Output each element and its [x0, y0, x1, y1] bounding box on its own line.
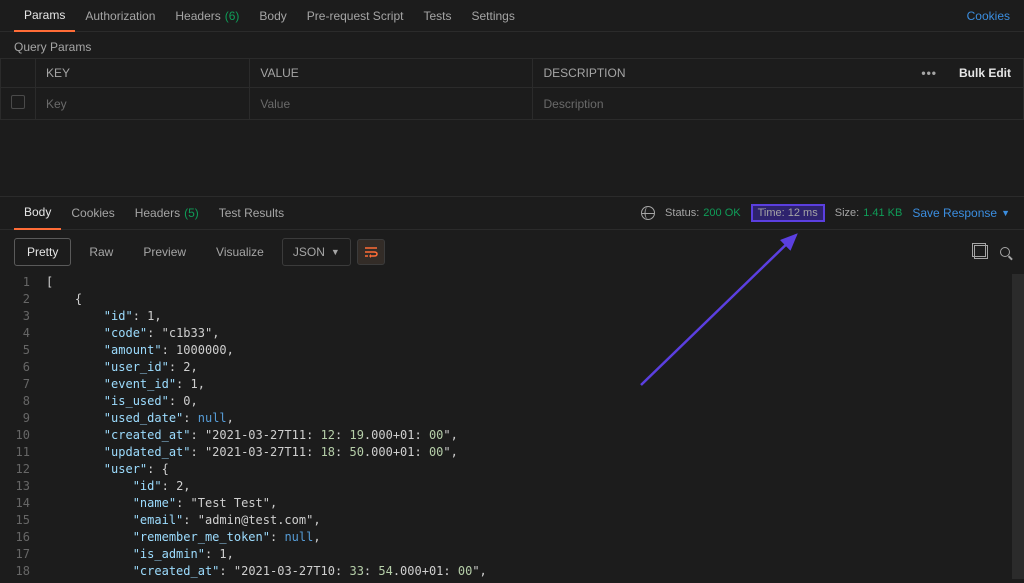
param-key-input[interactable]: Key	[36, 88, 250, 120]
save-response-button[interactable]: Save Response ▼	[912, 206, 1010, 220]
column-value: VALUE	[250, 59, 533, 88]
editor-gutter: 1 2 3 4 5 6 7 8 9 10 11 12 13 14 15 16 1…	[0, 274, 40, 579]
chevron-down-icon: ▼	[1001, 208, 1010, 218]
time-block[interactable]: Time: 12 ms	[751, 204, 825, 222]
tab-body[interactable]: Body	[249, 0, 296, 32]
search-icon[interactable]	[1000, 247, 1010, 257]
scrollbar[interactable]	[1012, 274, 1024, 579]
param-description-input[interactable]: Description	[533, 88, 1024, 120]
column-description: DESCRIPTION ••• Bulk Edit	[533, 59, 1024, 88]
tab-headers-label: Headers	[175, 1, 220, 31]
response-body-editor[interactable]: 1 2 3 4 5 6 7 8 9 10 11 12 13 14 15 16 1…	[0, 274, 1024, 579]
format-tab-raw[interactable]: Raw	[77, 239, 125, 265]
wrap-icon	[364, 246, 378, 258]
body-type-label: JSON	[293, 245, 325, 259]
spacer	[0, 120, 1024, 196]
resp-tab-cookies[interactable]: Cookies	[61, 196, 124, 230]
editor-code[interactable]: [ { "id": 1, "code": "c1b33", "amount": …	[40, 274, 1024, 579]
tab-prerequest[interactable]: Pre-request Script	[297, 0, 414, 32]
body-toolbar: Pretty Raw Preview Visualize JSON ▼	[0, 230, 1024, 274]
tab-headers[interactable]: Headers (6)	[165, 0, 249, 32]
response-tabs: Body Cookies Headers (5) Test Results St…	[0, 196, 1024, 230]
resp-tab-body[interactable]: Body	[14, 196, 61, 230]
tab-params[interactable]: Params	[14, 0, 75, 32]
tab-authorization[interactable]: Authorization	[75, 0, 165, 32]
resp-tab-test-results[interactable]: Test Results	[209, 196, 294, 230]
tab-tests[interactable]: Tests	[413, 0, 461, 32]
column-key: KEY	[36, 59, 250, 88]
body-type-select[interactable]: JSON ▼	[282, 238, 351, 266]
column-description-label: DESCRIPTION	[543, 66, 625, 80]
bulk-edit-link[interactable]: Bulk Edit	[947, 66, 1023, 80]
request-tabs: Params Authorization Headers (6) Body Pr…	[0, 0, 1024, 32]
params-table: KEY VALUE DESCRIPTION ••• Bulk Edit Key …	[0, 58, 1024, 120]
status-value: 200 OK	[703, 207, 740, 219]
size-value: 1.41 KB	[863, 207, 902, 219]
resp-tab-headers-label: Headers	[135, 197, 180, 229]
size-label: Size:	[835, 207, 859, 219]
status-block[interactable]: Status: 200 OK	[665, 207, 741, 219]
wrap-lines-button[interactable]	[357, 239, 385, 265]
copy-icon[interactable]	[974, 245, 988, 259]
globe-icon[interactable]	[641, 206, 655, 220]
time-label: Time:	[758, 207, 785, 219]
column-checkbox	[1, 59, 36, 88]
size-block[interactable]: Size: 1.41 KB	[835, 207, 903, 219]
save-response-label: Save Response	[912, 206, 997, 220]
status-label: Status:	[665, 207, 699, 219]
time-value: 12 ms	[788, 207, 818, 219]
tab-settings[interactable]: Settings	[462, 0, 525, 32]
format-tab-preview[interactable]: Preview	[131, 239, 198, 265]
format-tab-pretty[interactable]: Pretty	[14, 238, 71, 266]
param-row-checkbox[interactable]	[11, 95, 25, 109]
param-value-input[interactable]: Value	[250, 88, 533, 120]
param-row-empty[interactable]: Key Value Description	[1, 88, 1024, 120]
query-params-title: Query Params	[0, 32, 1024, 58]
resp-tab-headers[interactable]: Headers (5)	[125, 196, 209, 230]
chevron-down-icon: ▼	[331, 247, 340, 257]
format-tab-visualize[interactable]: Visualize	[204, 239, 276, 265]
headers-count: (6)	[225, 1, 240, 31]
cookies-link[interactable]: Cookies	[967, 9, 1010, 23]
columns-more-icon[interactable]: •••	[911, 66, 947, 80]
resp-headers-count: (5)	[184, 197, 199, 229]
